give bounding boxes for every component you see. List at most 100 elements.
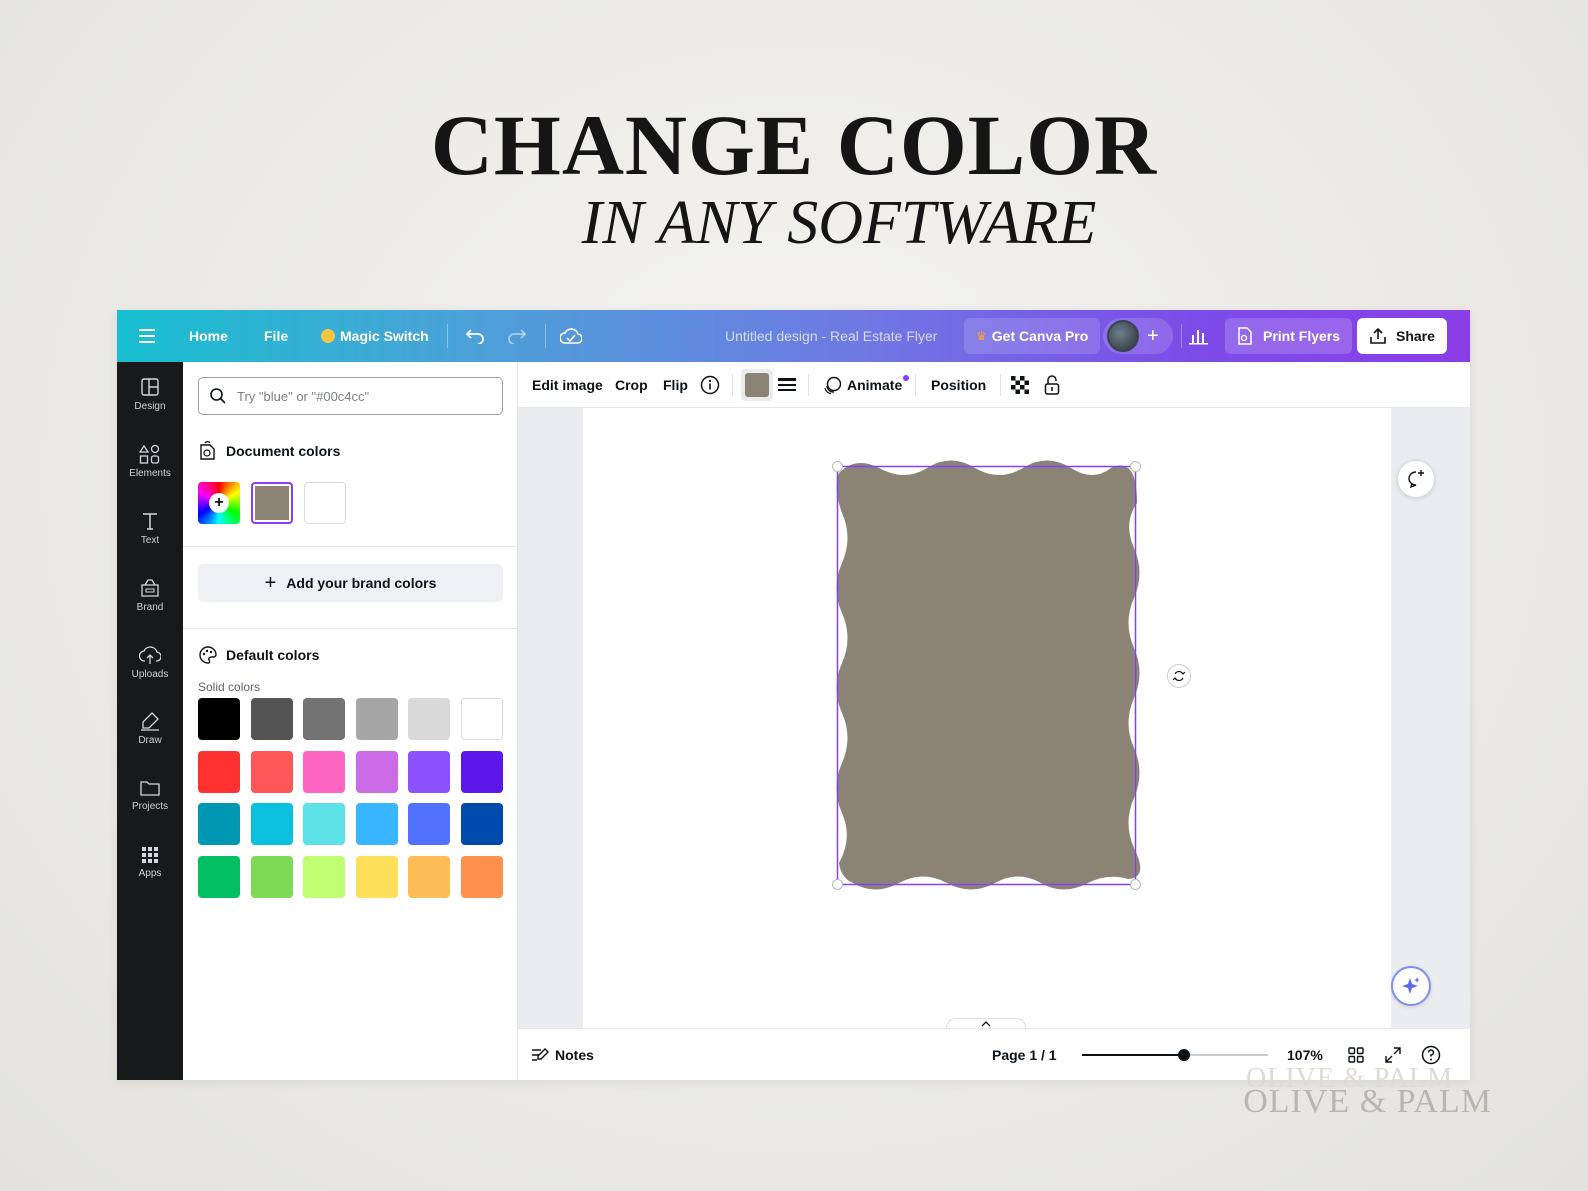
palette-swatch[interactable] <box>303 855 346 898</box>
fill-color-button[interactable] <box>741 362 773 408</box>
color-search-input[interactable]: Try "blue" or "#00c4cc" <box>198 377 503 415</box>
rail-item-design[interactable]: Design <box>117 364 183 424</box>
palette-swatch[interactable] <box>408 750 451 793</box>
palette-swatch[interactable] <box>303 750 346 793</box>
rail-item-uploads[interactable]: Uploads <box>117 632 183 692</box>
file-button[interactable]: File <box>264 310 288 362</box>
print-doc-icon <box>1238 327 1252 345</box>
menu-icon[interactable] <box>139 310 157 362</box>
palette-swatch[interactable] <box>198 698 240 740</box>
palette-swatch[interactable] <box>461 855 503 898</box>
share-button[interactable]: Share <box>1357 318 1447 354</box>
insights-icon[interactable] <box>1189 310 1209 362</box>
context-toolbar: Edit image Crop Flip Animate Position <box>518 362 1470 408</box>
new-dot <box>903 375 910 381</box>
left-rail: Design Elements Text Brand Uploads Draw … <box>117 362 183 1080</box>
palette-swatch[interactable] <box>461 803 503 846</box>
rail-label: Draw <box>138 734 162 746</box>
default-colors-label: Default colors <box>226 647 320 663</box>
design-title[interactable]: Untitled design - Real Estate Flyer <box>725 310 937 362</box>
magic-assistant-icon[interactable] <box>1391 966 1431 1006</box>
headline-subtitle: IN ANY SOFTWARE <box>581 189 1097 257</box>
redo-icon[interactable] <box>507 310 527 362</box>
palette-swatch[interactable] <box>355 750 398 793</box>
pen-icon <box>141 711 159 731</box>
chevron-up-icon <box>981 1021 991 1027</box>
get-canva-pro-button[interactable]: ♛ Get Canva Pro <box>964 318 1101 354</box>
print-flyers-button[interactable]: Print Flyers <box>1225 318 1353 354</box>
show-pages-handle[interactable] <box>946 1018 1026 1028</box>
document-color-swatch[interactable] <box>304 482 346 524</box>
cloud-saved-icon[interactable] <box>560 310 582 362</box>
palette-doc-icon <box>200 441 215 460</box>
collaborators-group[interactable]: + <box>1103 318 1173 354</box>
rail-item-brand[interactable]: Brand <box>117 565 183 625</box>
palette-swatch[interactable] <box>408 698 451 740</box>
animate-button[interactable]: Animate <box>823 362 910 408</box>
palette-swatch[interactable] <box>198 750 240 793</box>
share-icon <box>1370 327 1386 344</box>
rotate-handle-icon[interactable] <box>1167 664 1191 688</box>
rail-item-projects[interactable]: Projects <box>117 765 183 825</box>
document-colors-heading: Document colors <box>198 441 340 461</box>
animate-icon <box>824 376 842 395</box>
add-comment-icon[interactable] <box>1397 460 1435 498</box>
magic-switch-button[interactable]: Magic Switch <box>321 310 429 362</box>
zoom-slider[interactable] <box>1082 1029 1268 1080</box>
notes-button[interactable]: Notes <box>531 1029 594 1080</box>
wavy-frame-shape[interactable] <box>583 408 1391 1038</box>
document-color-swatch[interactable] <box>251 482 293 524</box>
palette-swatch[interactable] <box>355 855 398 898</box>
palette-swatch[interactable] <box>250 803 293 846</box>
transparency-icon[interactable] <box>1011 362 1029 408</box>
palette-swatch[interactable] <box>355 803 398 846</box>
rail-item-text[interactable]: Text <box>117 498 183 558</box>
plus-icon: + <box>264 572 277 594</box>
palette-swatch[interactable] <box>461 698 503 740</box>
palette-swatch[interactable] <box>303 803 346 846</box>
undo-icon[interactable] <box>465 310 485 362</box>
notes-label: Notes <box>555 1047 594 1063</box>
palette-swatch[interactable] <box>355 698 398 740</box>
rail-label: Text <box>140 534 160 546</box>
add-color-swatch[interactable]: + <box>198 482 240 524</box>
palette-swatch[interactable] <box>408 855 451 898</box>
position-button[interactable]: Position <box>931 362 986 408</box>
add-brand-colors-button[interactable]: + Add your brand colors <box>198 564 503 602</box>
crown-icon: ♛ <box>976 329 987 343</box>
palette-swatch[interactable] <box>303 698 346 740</box>
palette-swatch[interactable] <box>250 855 293 898</box>
apps-grid-icon <box>142 846 158 863</box>
border-style-icon[interactable] <box>778 362 796 408</box>
home-button[interactable]: Home <box>189 310 228 362</box>
avatar[interactable] <box>1107 320 1139 352</box>
plus-icon: + <box>209 493 229 513</box>
rail-item-apps[interactable]: Apps <box>117 832 183 892</box>
rail-item-elements[interactable]: Elements <box>117 431 183 491</box>
page-indicator[interactable]: Page 1 / 1 <box>992 1029 1057 1080</box>
canva-editor-window: Home File Magic Switch Untitled design -… <box>117 310 1470 1080</box>
default-colors-heading: Default colors <box>198 645 319 665</box>
animate-label: Animate <box>847 377 903 393</box>
info-icon[interactable] <box>700 362 720 408</box>
palette-swatch[interactable] <box>461 750 503 793</box>
document-colors-label: Document colors <box>226 443 341 459</box>
edit-image-button[interactable]: Edit image <box>532 362 603 408</box>
rail-label: Uploads <box>131 668 169 680</box>
cloud-upload-icon <box>139 645 161 664</box>
flip-button[interactable]: Flip <box>663 362 688 408</box>
palette-swatch[interactable] <box>198 803 240 846</box>
palette-swatch[interactable] <box>250 698 293 740</box>
rail-label: Design <box>134 400 166 412</box>
lock-icon[interactable] <box>1044 362 1060 408</box>
top-bar: Home File Magic Switch Untitled design -… <box>117 310 1470 362</box>
zoom-slider-knob[interactable] <box>1178 1049 1191 1061</box>
palette-swatch[interactable] <box>198 855 240 898</box>
add-brand-colors-label: Add your brand colors <box>286 575 437 591</box>
crop-button[interactable]: Crop <box>615 362 648 408</box>
add-collaborator-icon[interactable]: + <box>1147 325 1159 348</box>
rail-item-draw[interactable]: Draw <box>117 698 183 758</box>
palette-swatch[interactable] <box>250 750 293 793</box>
design-page[interactable] <box>583 408 1391 1038</box>
palette-swatch[interactable] <box>408 803 451 846</box>
